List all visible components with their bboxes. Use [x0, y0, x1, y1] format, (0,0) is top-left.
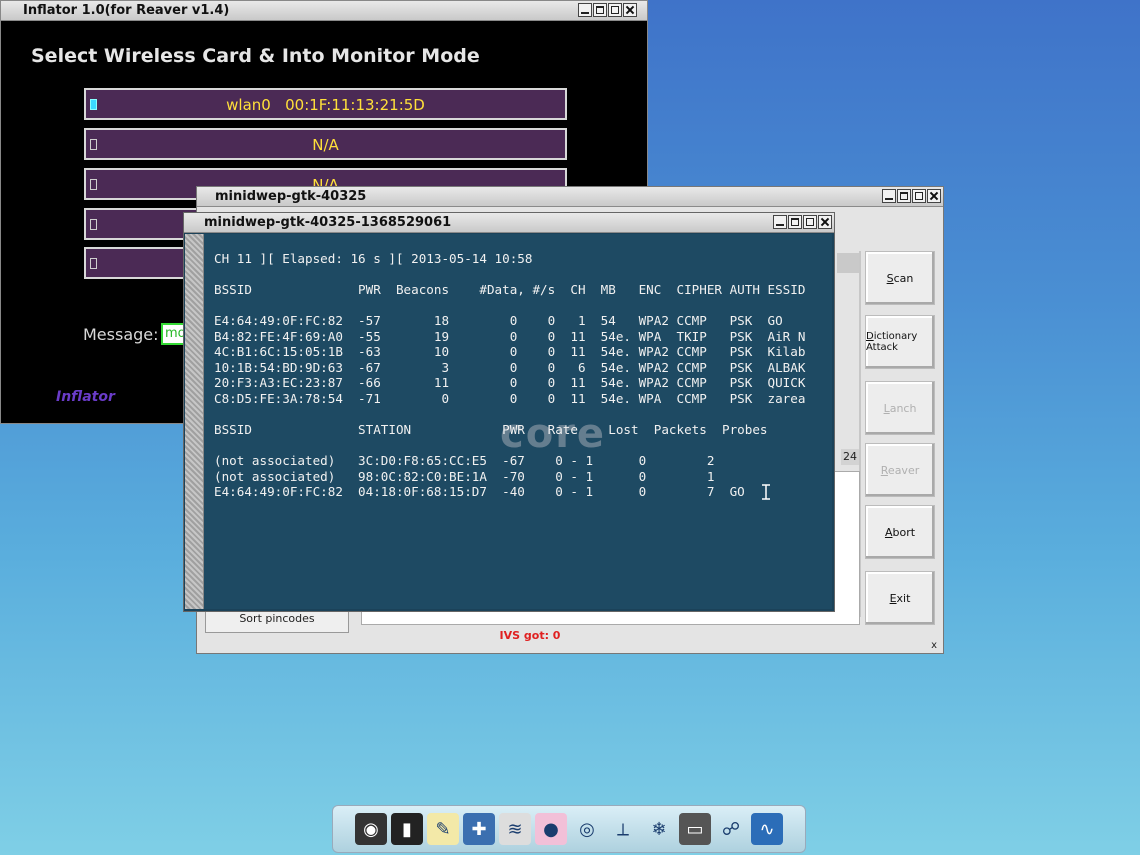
- card-label: wlan0 00:1F:11:13:21:5D: [226, 96, 425, 114]
- close-icon[interactable]: [818, 215, 832, 229]
- scrollbar[interactable]: [185, 234, 204, 609]
- snowflake-icon[interactable]: ❄: [643, 813, 675, 845]
- mnemonic: D: [866, 331, 874, 342]
- close-icon[interactable]: [623, 3, 637, 17]
- core-logo-icon[interactable]: ◎: [571, 813, 603, 845]
- terminal-titlebar[interactable]: minidwep-gtk-40325-1368529061: [184, 213, 834, 233]
- mnemonic: S: [886, 271, 894, 285]
- ap-row: 4C:B1:6C:15:05:1B -63 10 0 0 11 54e. WPA…: [214, 344, 806, 359]
- restore-icon[interactable]: [912, 189, 926, 203]
- station-row: E4:64:49:0F:FC:82 04:18:0F:68:15:D7 -40 …: [214, 484, 745, 499]
- status-line: CH 11 ][ Elapsed: 16 s ][ 2013-05-14 10:…: [214, 251, 533, 266]
- network-monitor-icon[interactable]: ≋: [499, 813, 531, 845]
- message-label: Message:: [83, 325, 159, 344]
- settings-icon[interactable]: ◉: [355, 813, 387, 845]
- exit-button[interactable]: Exit: [865, 571, 935, 625]
- maximize-icon[interactable]: [593, 3, 607, 17]
- page-title: Select Wireless Card & Into Monitor Mode: [31, 45, 480, 67]
- station-table-header: BSSID STATION PWR Rate Lost Packets Prob…: [214, 422, 768, 437]
- station-row: (not associated) 3C:D0:F8:65:CC:E5 -67 0…: [214, 453, 715, 468]
- ap-row: B4:82:FE:4F:69:A0 -55 19 0 0 11 54e. WPA…: [214, 329, 806, 344]
- maximize-icon[interactable]: [788, 215, 802, 229]
- ivs-status: IVS got: 0: [499, 629, 561, 642]
- ap-row: C8:D5:FE:3A:78:54 -71 0 0 0 11 54e. WPA …: [214, 391, 806, 406]
- minimize-icon[interactable]: [578, 3, 592, 17]
- minidwep-titlebar[interactable]: minidwep-gtk-40325: [197, 187, 943, 207]
- count-indicator: 24: [841, 449, 859, 465]
- window-title: minidwep-gtk-40325-1368529061: [204, 215, 452, 230]
- restore-icon[interactable]: [608, 3, 622, 17]
- card-option-1[interactable]: wlan0 00:1F:11:13:21:5D: [84, 88, 567, 120]
- scan-button[interactable]: Scan: [865, 251, 935, 305]
- inflator-brand: Inflator: [56, 389, 115, 405]
- tools-icon[interactable]: ✚: [463, 813, 495, 845]
- ap-table-header: BSSID PWR Beacons #Data, #/s CH MB ENC C…: [214, 282, 806, 297]
- button-label: eaver: [887, 463, 920, 477]
- ap-row: 20:F3:A3:EC:23:87 -66 11 0 0 11 54e. WPA…: [214, 375, 806, 390]
- signal-tool-icon[interactable]: ⟂: [607, 813, 639, 845]
- dock: ◉ ▮ ✎ ✚ ≋ ● ◎ ⟂ ❄ ▭ ☍ ∿: [332, 805, 806, 853]
- reaver-button[interactable]: Reaver: [865, 443, 935, 497]
- button-label: can: [893, 271, 914, 285]
- mnemonic: E: [889, 591, 897, 605]
- radio-indicator[interactable]: [90, 258, 97, 269]
- monitor-icon[interactable]: ▭: [679, 813, 711, 845]
- lanch-button[interactable]: Lanch: [865, 381, 935, 435]
- maximize-icon[interactable]: [897, 189, 911, 203]
- corner-close-mark[interactable]: x: [931, 640, 937, 651]
- button-label: xit: [896, 591, 911, 605]
- inflator-titlebar[interactable]: Inflator 1.0(for Reaver v1.4): [1, 1, 647, 21]
- list-header-strip: [837, 253, 859, 273]
- restore-icon[interactable]: [803, 215, 817, 229]
- close-icon[interactable]: [927, 189, 941, 203]
- button-label: ictionary Attack: [866, 331, 918, 353]
- abort-button[interactable]: Abort: [865, 505, 935, 559]
- text-editor-icon[interactable]: ✎: [427, 813, 459, 845]
- minimize-icon[interactable]: [882, 189, 896, 203]
- terminal-icon[interactable]: ▮: [391, 813, 423, 845]
- window-title: minidwep-gtk-40325: [215, 189, 367, 204]
- card-label: N/A: [312, 136, 339, 154]
- wireless-icon[interactable]: ☍: [715, 813, 747, 845]
- card-option-2[interactable]: N/A: [84, 128, 567, 160]
- ap-row: E4:64:49:0F:FC:82 -57 18 0 0 1 54 WPA2 C…: [214, 313, 783, 328]
- button-label: anch: [889, 401, 917, 415]
- graph-icon[interactable]: ∿: [751, 813, 783, 845]
- mnemonic: R: [880, 463, 888, 477]
- ap-row: 10:1B:54:BD:9D:63 -67 3 0 0 6 54e. WPA2 …: [214, 360, 806, 375]
- minimize-icon[interactable]: [773, 215, 787, 229]
- dictionary-attack-button[interactable]: Dictionary Attack: [865, 315, 935, 369]
- text-cursor-icon: [761, 484, 771, 500]
- terminal-window: minidwep-gtk-40325-1368529061 CH 11 ][ E…: [183, 212, 835, 612]
- window-title: Inflator 1.0(for Reaver v1.4): [23, 3, 230, 18]
- pills-icon[interactable]: ●: [535, 813, 567, 845]
- button-label: bort: [892, 525, 916, 539]
- radio-indicator[interactable]: [90, 219, 97, 230]
- terminal-screen[interactable]: CH 11 ][ Elapsed: 16 s ][ 2013-05-14 10:…: [204, 234, 832, 609]
- station-row: (not associated) 98:0C:82:C0:BE:1A -70 0…: [214, 469, 715, 484]
